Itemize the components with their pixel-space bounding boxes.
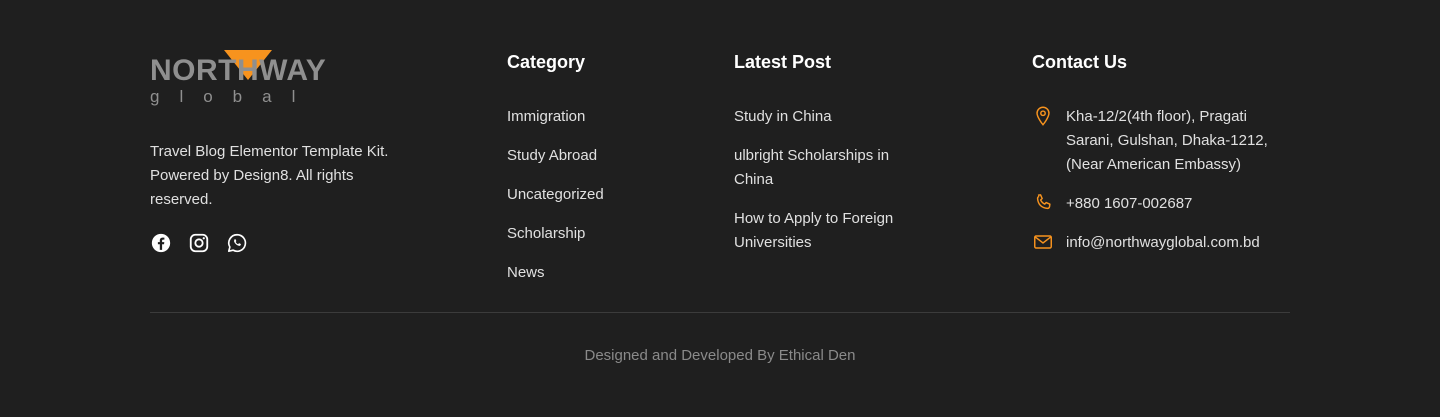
footer-brand: NORTHWAY global Travel Blog Elementor Te… xyxy=(150,48,390,254)
footer-credit: Designed and Developed By Ethical Den xyxy=(584,347,856,364)
latest-post-column: Latest Post Study in China ulbright Scho… xyxy=(734,52,934,270)
category-link-news[interactable]: News xyxy=(507,261,687,285)
category-link-uncategorized[interactable]: Uncategorized xyxy=(507,183,687,207)
logo-subtitle: global xyxy=(150,87,316,106)
contact-column: Contact Us Kha-12/2(4th floor), Pragati … xyxy=(1032,52,1302,270)
northway-logo[interactable]: NORTHWAY global xyxy=(150,48,360,110)
category-column: Category Immigration Study Abroad Uncate… xyxy=(507,52,687,300)
contact-list: Kha-12/2(4th floor), Pragati Sarani, Gul… xyxy=(1032,105,1302,255)
category-list: Immigration Study Abroad Uncategorized S… xyxy=(507,105,687,285)
brand-description: Travel Blog Elementor Template Kit. Powe… xyxy=(150,143,389,208)
email-text[interactable]: info@northwayglobal.com.bd xyxy=(1066,231,1286,255)
location-pin-icon xyxy=(1032,105,1056,129)
address-text: Kha-12/2(4th floor), Pragati Sarani, Gul… xyxy=(1066,108,1268,173)
social-links xyxy=(150,232,390,254)
phone-text[interactable]: +880 1607-002687 xyxy=(1066,192,1286,216)
category-link-study-abroad[interactable]: Study Abroad xyxy=(507,144,687,168)
category-link-immigration[interactable]: Immigration xyxy=(507,105,687,129)
latest-post-heading: Latest Post xyxy=(734,52,832,72)
footer-divider xyxy=(150,312,1290,313)
latest-post-list: Study in China ulbright Scholarships in … xyxy=(734,105,934,255)
post-link-apply-foreign-universities[interactable]: How to Apply to Foreign Universities xyxy=(734,207,914,255)
site-footer: NORTHWAY global Travel Blog Elementor Te… xyxy=(0,0,1440,417)
contact-phone[interactable]: +880 1607-002687 xyxy=(1032,192,1302,216)
category-link-scholarship[interactable]: Scholarship xyxy=(507,222,687,246)
whatsapp-icon[interactable] xyxy=(226,232,248,254)
mail-icon xyxy=(1032,231,1056,255)
contact-email[interactable]: info@northwayglobal.com.bd xyxy=(1032,231,1302,255)
contact-address: Kha-12/2(4th floor), Pragati Sarani, Gul… xyxy=(1032,105,1302,177)
instagram-icon[interactable] xyxy=(188,232,210,254)
category-heading: Category xyxy=(507,52,586,72)
post-link-study-in-china[interactable]: Study in China xyxy=(734,105,914,129)
post-link-scholarships-china[interactable]: ulbright Scholarships in China xyxy=(734,144,914,192)
logo-wordmark: NORTHWAY xyxy=(150,54,327,87)
phone-icon xyxy=(1032,192,1056,216)
facebook-icon[interactable] xyxy=(150,232,172,254)
contact-heading: Contact Us xyxy=(1032,52,1128,72)
